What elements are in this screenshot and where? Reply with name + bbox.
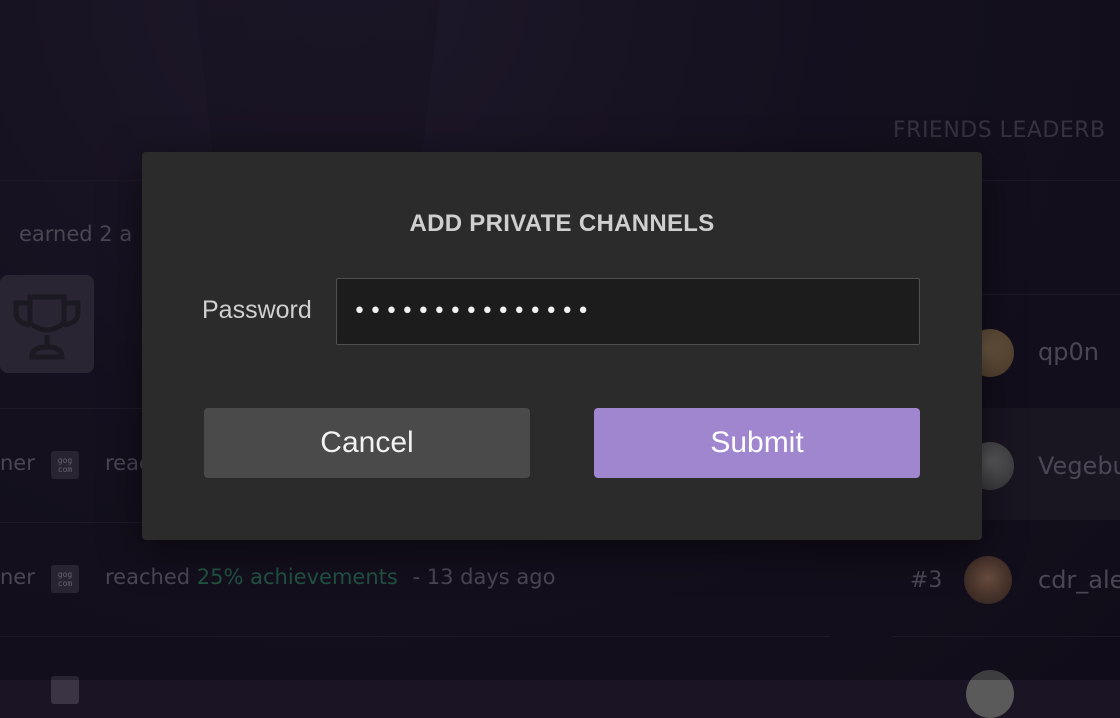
submit-button[interactable]: Submit — [594, 408, 920, 478]
gog-icon — [51, 676, 79, 704]
add-private-channels-dialog: ADD PRIVATE CHANNELS Password Cancel Sub… — [142, 152, 982, 540]
dialog-title: ADD PRIVATE CHANNELS — [409, 210, 715, 237]
cancel-button[interactable]: Cancel — [204, 408, 530, 478]
password-label: Password — [202, 296, 312, 324]
password-input[interactable] — [336, 278, 920, 345]
